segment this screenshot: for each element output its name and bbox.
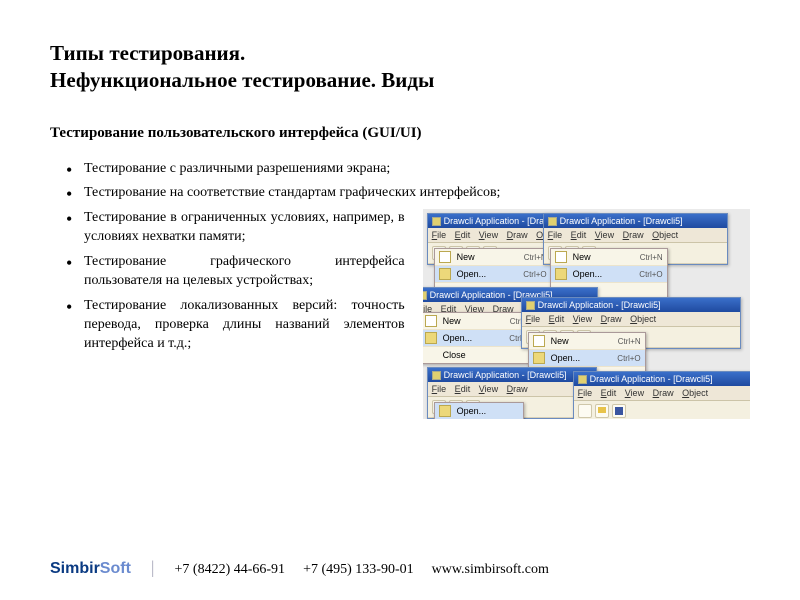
window-title: Drawcli Application - [Drawcli5] (538, 300, 661, 310)
app-icon (578, 375, 587, 384)
footer: SimbirSoft | +7 (8422) 44-66-91 +7 (495)… (50, 557, 750, 578)
app-window: Drawcli Application - [Drawcli5] File Ed… (573, 371, 750, 419)
menu-item-close: Close (423, 347, 537, 363)
brand-logo: SimbirSoft (50, 560, 131, 578)
website-url: www.simbirsoft.com (432, 562, 549, 578)
list-item: Тестирование графического интерфейса пол… (66, 253, 405, 291)
menu-edit: Edit (571, 230, 587, 240)
menu-edit: Edit (601, 388, 617, 398)
app-icon (423, 291, 427, 300)
menu-bar: File Edit View Draw (428, 382, 596, 397)
menu-view: View (625, 388, 644, 398)
new-file-icon (425, 315, 437, 327)
bullet-list-top: Тестирование с различными разрешениями э… (50, 160, 750, 204)
menu-object: Object (652, 230, 678, 240)
open-file-icon (425, 332, 437, 344)
menu-item-new: New Ctrl+N (435, 249, 551, 266)
menu-edit: Edit (455, 384, 471, 394)
toolbar-open-icon (595, 404, 609, 418)
subtitle: Тестирование пользовательского интерфейс… (50, 125, 750, 142)
app-icon (548, 217, 557, 226)
brand-part-1: Simbir (50, 560, 100, 577)
menu-file: File (432, 384, 447, 394)
menu-item-open: Open... (435, 403, 523, 419)
menu-item-open: Open... Ctrl+O (435, 266, 551, 283)
menu-view: View (479, 230, 498, 240)
list-item: Тестирование на соответствие стандартам … (66, 184, 750, 203)
column-right: Drawcli Application - [Drawcli5] File Ed… (423, 209, 750, 419)
phone-2: +7 (495) 133-90-01 (303, 562, 414, 578)
two-column-row: Тестирование в ограниченных условиях, на… (50, 209, 750, 419)
window-titlebar: Drawcli Application - [Drawcli5] (522, 298, 740, 312)
open-file-icon (439, 405, 451, 417)
menu-edit: Edit (549, 314, 565, 324)
window-titlebar: Drawcli Application - [Drawcli5] (544, 214, 727, 228)
menu-view: View (573, 314, 592, 324)
menu-item-new: New Ctrl+N (551, 249, 667, 266)
toolbar (574, 401, 750, 419)
menu-item-open: Open... Ctrl+O (551, 266, 667, 283)
menu-file: File (432, 230, 447, 240)
window-titlebar: Drawcli Application - [Drawcli5] (574, 372, 750, 386)
window-title: Drawcli Application - [Drawcli5] (444, 370, 567, 380)
bullet-list-left: Тестирование в ограниченных условиях, на… (50, 209, 405, 353)
menu-draw: Draw (601, 314, 622, 324)
menu-bar: File Edit View Draw Object (574, 386, 750, 401)
file-dropdown: Open... (434, 402, 524, 419)
window-title: Drawcli Application - [Drawcli5] (560, 216, 683, 226)
open-file-icon (533, 352, 545, 364)
menu-bar: File Edit View Draw Object (544, 228, 727, 243)
window-titlebar: Drawcli Application - [Drawcli5] (428, 368, 596, 382)
app-icon (526, 301, 535, 310)
new-file-icon (533, 335, 545, 347)
title-line-2: Нефункциональное тестирование. Виды (50, 67, 750, 94)
column-left: Тестирование в ограниченных условиях, на… (50, 209, 405, 419)
menu-object: Object (682, 388, 708, 398)
toolbar-new-icon (578, 404, 592, 418)
new-file-icon (439, 251, 451, 263)
window-title: Drawcli Application - [Drawcli5] (590, 374, 713, 384)
open-file-icon (439, 268, 451, 280)
separator: | (151, 557, 155, 578)
menu-view: View (595, 230, 614, 240)
brand-part-2: Soft (100, 560, 131, 577)
new-file-icon (555, 251, 567, 263)
title-line-1: Типы тестирования. (50, 40, 750, 67)
open-file-icon (555, 268, 567, 280)
menu-edit: Edit (455, 230, 471, 240)
menu-item-new: New Ctrl+N (423, 313, 537, 330)
menu-draw: Draw (653, 388, 674, 398)
screenshot-collage: Drawcli Application - [Drawcli5] File Ed… (423, 209, 750, 419)
list-item: Тестирование локализованных версий: точн… (66, 297, 405, 354)
app-window: Drawcli Application - [Drawcli5] File Ed… (543, 213, 728, 265)
list-item: Тестирование в ограниченных условиях, на… (66, 209, 405, 247)
menu-file: File (578, 388, 593, 398)
list-item: Тестирование с различными разрешениями э… (66, 160, 750, 179)
menu-bar: File Edit View Draw Object (522, 312, 740, 327)
menu-draw: Draw (507, 384, 528, 394)
menu-file: File (526, 314, 541, 324)
menu-item-open: Open... Ctrl+O (529, 350, 645, 367)
menu-object: Object (630, 314, 656, 324)
menu-file: File (548, 230, 563, 240)
slide: Типы тестирования. Нефункциональное тест… (0, 0, 800, 600)
app-window: Drawcli Application - [Drawcli5] File Ed… (427, 367, 597, 419)
app-icon (432, 371, 441, 380)
page-title: Типы тестирования. Нефункциональное тест… (50, 40, 750, 95)
app-icon (432, 217, 441, 226)
phone-1: +7 (8422) 44-66-91 (175, 562, 286, 578)
menu-item-new: New Ctrl+N (529, 333, 645, 350)
menu-draw: Draw (507, 230, 528, 240)
app-window: Drawcli Application - [Drawcli5] File Ed… (521, 297, 741, 349)
toolbar-save-icon (612, 404, 626, 418)
menu-draw: Draw (623, 230, 644, 240)
menu-view: View (479, 384, 498, 394)
menu-item-open: Open... Ctrl+O (423, 330, 537, 347)
